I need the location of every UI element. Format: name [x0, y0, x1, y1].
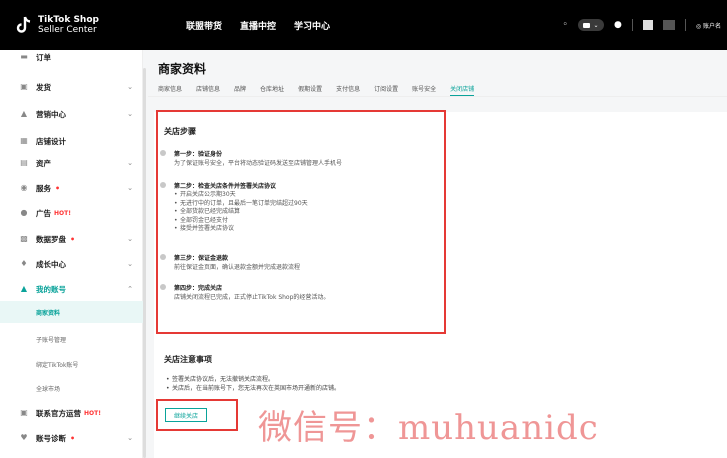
- sidebar-item-marketing[interactable]: ▲ 营销中心 ⌄: [0, 103, 143, 125]
- chevron-down-icon: ⌄: [127, 235, 133, 243]
- sidebar-subitem-merchant-profile[interactable]: 商家资料: [0, 301, 143, 323]
- sidebar-item-my-account[interactable]: ▲ 我的账号 ⌃: [0, 278, 143, 300]
- profile-tabs: 商家信息 店铺信息 品牌 仓库地址 假期设置 支付信息 订阅设置 账号安全 关闭…: [158, 84, 475, 96]
- sidebar-subitem-sub-accounts[interactable]: 子账号管理: [0, 328, 143, 350]
- sidebar-item-ads[interactable]: ● 广告 HOT!: [0, 202, 143, 224]
- sidebar: ▬ 订单 ▣ 发货 ⌄ ▲ 营销中心 ⌄ ▦ 店铺设计 ▤ 资产 ⌄ ◉ 服务 • ⌄ ● 广告 HOT!…: [0, 50, 143, 458]
- tab-payment-info[interactable]: 支付信息: [336, 84, 360, 96]
- chevron-down-icon: ⌄: [593, 21, 599, 29]
- service-icon: ◉: [20, 183, 28, 192]
- page-title: 商家资料: [158, 62, 207, 76]
- note-item: 关店后，在当前账号下，您无法再次在英国市场开通新的店铺。: [166, 385, 340, 393]
- sidebar-subitem-global-market[interactable]: 全球市场: [0, 377, 143, 399]
- contact-icon: ▣: [20, 408, 28, 417]
- chevron-down-icon: ⌄: [127, 110, 133, 118]
- sidebar-scrollbar[interactable]: [143, 68, 146, 458]
- chevron-down-icon: ⌄: [127, 83, 133, 91]
- message-dropdown[interactable]: ⌄: [577, 19, 604, 31]
- watermark-text: 微信号：muhuanidc: [258, 408, 599, 448]
- note-item: 签署关店协议后，无法撤销关店流程。: [166, 376, 274, 384]
- tab-brand[interactable]: 品牌: [234, 84, 246, 96]
- sidebar-item-shop-design[interactable]: ▦ 店铺设计: [0, 130, 143, 152]
- bell-icon[interactable]: ●: [614, 20, 622, 30]
- sidebar-item-shipping[interactable]: ▣ 发货 ⌄: [0, 76, 143, 98]
- wallet-icon: ▤: [20, 158, 28, 167]
- chevron-up-icon: ⌃: [127, 285, 133, 293]
- tiktok-logo-icon: [16, 16, 32, 34]
- message-icon: [583, 22, 591, 28]
- sidebar-item-account-diagnosis[interactable]: ♥ 账号诊断 • ⌄: [0, 427, 143, 449]
- tab-subscription-settings[interactable]: 订阅设置: [374, 84, 398, 96]
- chevron-down-icon: ⌄: [127, 434, 133, 442]
- chart-icon: ▩: [20, 234, 28, 243]
- account-menu[interactable]: ◎ 账户名: [696, 21, 721, 30]
- diagnosis-icon: ♥: [20, 433, 28, 442]
- chevron-down-icon: ⌄: [127, 159, 133, 167]
- divider: [684, 19, 686, 31]
- sidebar-item-assets[interactable]: ▤ 资产 ⌄: [0, 152, 143, 174]
- tab-account-security[interactable]: 账号安全: [412, 84, 436, 96]
- nav-affiliate[interactable]: 联盟带货: [186, 19, 222, 32]
- notification-dot: •: [70, 234, 76, 244]
- hot-badge: HOT!: [84, 409, 101, 417]
- highlight-box-button: [156, 399, 238, 431]
- top-right-toolbar: ◦ ⌄ ● ◎ 账户名: [563, 0, 727, 50]
- user-icon: ▲: [20, 284, 28, 293]
- order-icon: ▬: [20, 52, 28, 61]
- brand-name: TikTok Shop: [38, 15, 99, 25]
- tiktok-shop-logo[interactable]: TikTok Shop Seller Center: [16, 15, 156, 35]
- sidebar-item-services[interactable]: ◉ 服务 • ⌄: [0, 177, 143, 199]
- chevron-down-icon: ⌄: [127, 260, 133, 268]
- growth-icon: ♦: [20, 259, 28, 268]
- tab-merchant-info[interactable]: 商家信息: [158, 84, 182, 96]
- top-bar: TikTok Shop Seller Center 联盟带货 直播中控 学习中心…: [0, 0, 727, 50]
- hot-badge: HOT!: [54, 209, 71, 217]
- sidebar-item-contact-ops[interactable]: ▣ 联系官方运营 HOT!: [0, 402, 143, 424]
- nav-live-control[interactable]: 直播中控: [240, 19, 276, 32]
- headset-icon[interactable]: ◦: [563, 20, 568, 30]
- brand-subtitle: Seller Center: [38, 25, 97, 35]
- tab-close-shop[interactable]: 关闭店铺: [450, 84, 475, 96]
- ads-icon: ●: [20, 208, 28, 217]
- tab-shop-info[interactable]: 店铺信息: [196, 84, 220, 96]
- tab-holiday-settings[interactable]: 假期设置: [298, 84, 322, 96]
- highlight-box-steps: [156, 110, 446, 334]
- divider: [631, 19, 633, 31]
- notification-dot: •: [55, 183, 61, 193]
- notification-dot: •: [70, 433, 76, 443]
- avatar[interactable]: [642, 20, 653, 30]
- tab-warehouse-address[interactable]: 仓库地址: [260, 84, 284, 96]
- chevron-down-icon: ⌄: [127, 184, 133, 192]
- sidebar-item-growth-center[interactable]: ♦ 成长中心 ⌄: [0, 253, 143, 275]
- nav-learning-center[interactable]: 学习中心: [294, 19, 330, 32]
- shop-name-redacted: [662, 20, 675, 30]
- close-notes-title: 关店注意事项: [164, 355, 212, 364]
- megaphone-icon: ▲: [20, 109, 28, 118]
- sidebar-item-orders[interactable]: ▬ 订单: [0, 50, 143, 64]
- sidebar-subitem-bind-tiktok[interactable]: 绑定TikTok账号: [0, 353, 143, 375]
- truck-icon: ▣: [20, 82, 28, 91]
- sidebar-item-data-compass[interactable]: ▩ 数据罗盘 • ⌄: [0, 228, 143, 250]
- tabs-divider: [148, 96, 727, 97]
- store-icon: ▦: [20, 136, 28, 145]
- top-nav: 联盟带货 直播中控 学习中心: [186, 19, 330, 32]
